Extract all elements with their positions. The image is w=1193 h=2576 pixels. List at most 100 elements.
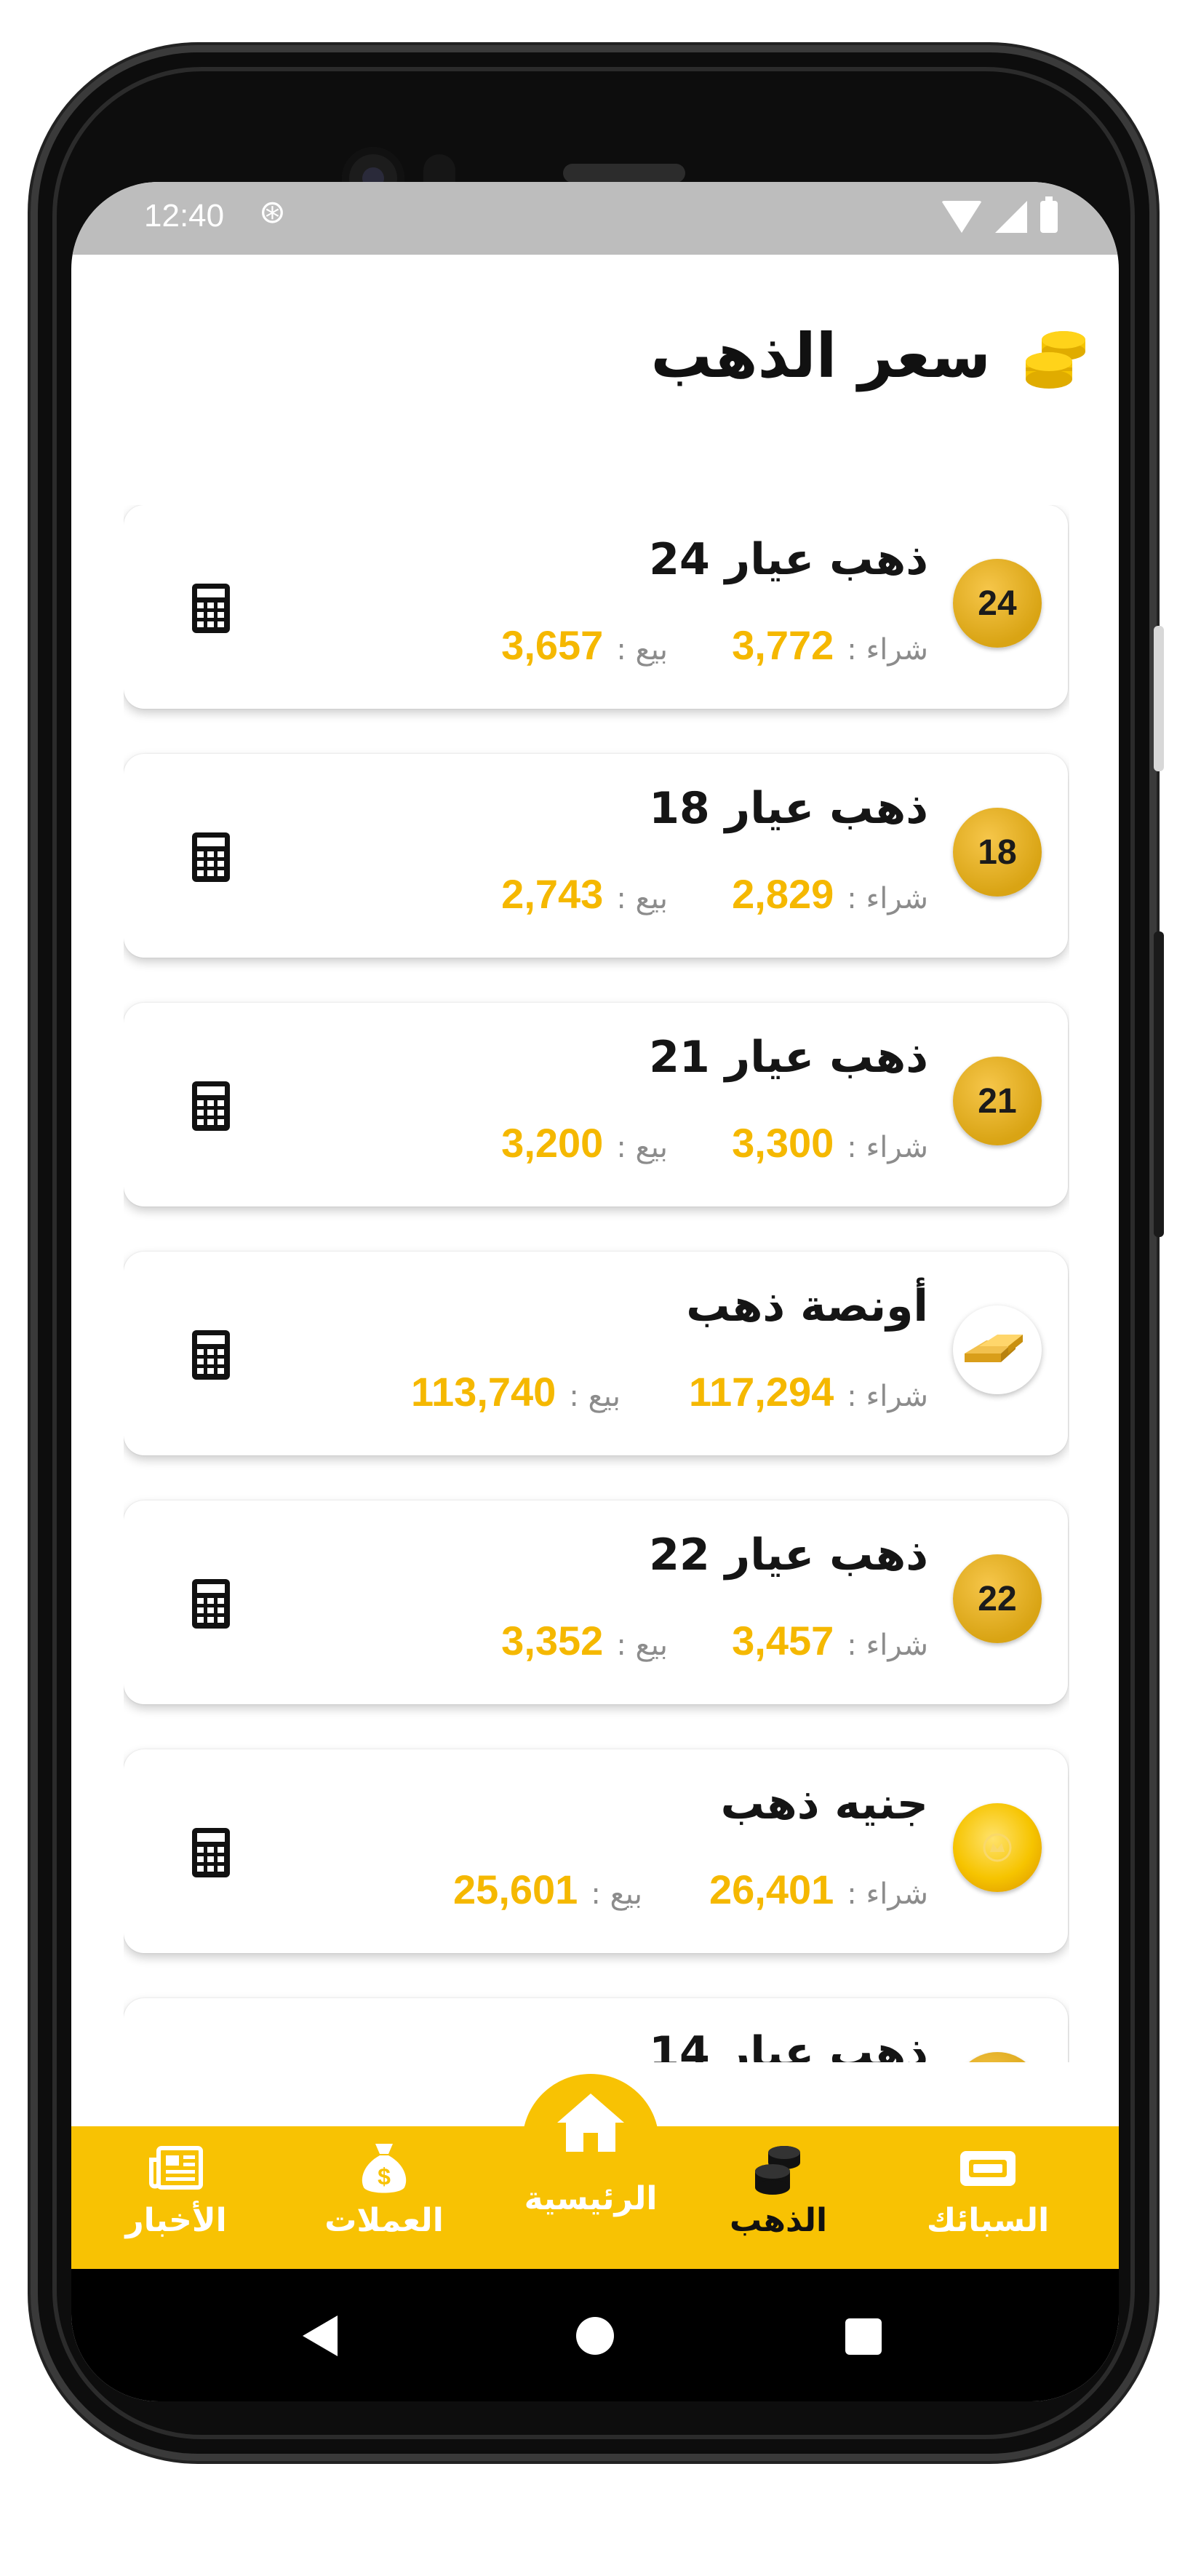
calculator-icon[interactable] <box>191 1080 231 1132</box>
sim-card-icon: ⊛ <box>259 194 286 230</box>
buy-price: شراء : 3,300 <box>732 1119 928 1166</box>
gold-bar-icon <box>953 1305 1042 1394</box>
karat-14-badge <box>953 2052 1042 2062</box>
home-circle-icon[interactable] <box>576 2317 614 2355</box>
buy-label: شراء : <box>847 1629 928 1662</box>
price-card-24[interactable]: 24 ذهب عيار 24 شراء : 3,772 بيع : 3,657 <box>124 505 1068 709</box>
card-title: ذهب عيار 14 <box>649 2027 928 2062</box>
coin-emblem <box>983 1833 1012 1862</box>
sell-value: 3,657 <box>501 622 604 668</box>
card-title: جنيه ذهب <box>720 1778 928 1829</box>
calculator-icon[interactable] <box>191 1578 231 1630</box>
gold-coin-icon <box>953 1803 1042 1892</box>
sell-value: 2,743 <box>501 871 604 917</box>
nav-item-bullion[interactable]: السبائك <box>893 2139 1082 2239</box>
page-title: سعر الذهب <box>650 320 991 391</box>
sell-price: بيع : 3,352 <box>501 1617 668 1664</box>
nav-item-news[interactable]: الأخبار <box>81 2139 271 2239</box>
nav-label-gold: الذهب <box>729 2202 828 2239</box>
nav-item-gold[interactable]: الذهب <box>684 2139 873 2239</box>
status-bar: 12:40 ⊛ <box>71 182 1119 255</box>
battery-icon <box>1040 196 1058 233</box>
sell-label: بيع : <box>569 1380 621 1413</box>
buy-price: شراء : 3,457 <box>732 1617 928 1664</box>
nav-label-home: الرئيسية <box>524 2180 658 2217</box>
buy-value: 2,829 <box>732 871 834 917</box>
buy-label: شراء : <box>847 1131 928 1164</box>
price-card-14[interactable]: ذهب عيار 14 <box>124 1998 1068 2062</box>
system-navigation-bar <box>71 2269 1119 2401</box>
sell-value: 3,352 <box>501 1618 604 1663</box>
price-card-22[interactable]: 22 ذهب عيار 22 شراء : 3,457 بيع : 3,352 <box>124 1500 1068 1704</box>
sell-price: بيع : 2,743 <box>501 870 668 918</box>
coin-stack-icon <box>749 2139 807 2198</box>
buy-value: 26,401 <box>709 1867 834 1912</box>
sell-label: بيع : <box>591 1877 642 1911</box>
volume-button <box>1154 626 1164 771</box>
buy-price: شراء : 26,401 <box>709 1866 928 1913</box>
page-header: سعر الذهب <box>650 320 1090 391</box>
recent-apps-icon[interactable] <box>845 2318 882 2355</box>
buy-value: 3,457 <box>732 1618 834 1663</box>
price-card-21[interactable]: 21 ذهب عيار 21 شراء : 3,300 بيع : 3,200 <box>124 1003 1068 1206</box>
status-time: 12:40 <box>144 198 225 234</box>
calculator-icon[interactable] <box>191 1329 231 1381</box>
buy-price: شراء : 117,294 <box>689 1368 928 1415</box>
sell-label: بيع : <box>616 882 668 915</box>
sell-price: بيع : 3,657 <box>501 621 668 669</box>
calculator-icon[interactable] <box>191 1826 231 1879</box>
buy-value: 3,772 <box>732 622 834 668</box>
ticket-icon <box>957 2139 1018 2198</box>
money-bag-icon: $ <box>356 2139 412 2198</box>
buy-label: شراء : <box>847 633 928 667</box>
price-card-pound[interactable]: جنيه ذهب شراء : 26,401 بيع : 25,601 <box>124 1749 1068 1953</box>
buy-label: شراء : <box>847 882 928 915</box>
karat-24-badge: 24 <box>953 559 1042 648</box>
buy-value: 3,300 <box>732 1120 834 1166</box>
price-card-ounce[interactable]: أونصة ذهب شراء : 117,294 بيع : 113,740 <box>124 1252 1068 1455</box>
app-screen: 12:40 ⊛ سعر الذهب 24 ذهب عيار 24 شراء: … <box>71 182 1119 2401</box>
buy-value: 117,294 <box>688 1369 834 1415</box>
card-title: ذهب عيار 21 <box>649 1032 928 1083</box>
coins-icon <box>1026 331 1085 389</box>
sell-label: بيع : <box>616 1131 668 1164</box>
nav-label-currencies: العملات <box>324 2202 444 2239</box>
nav-label-news: الأخبار <box>125 2202 227 2239</box>
card-title: ذهب عيار 18 <box>649 783 928 834</box>
svg-text:$: $ <box>378 2163 391 2190</box>
buy-price: شراء : 2,829 <box>732 870 928 918</box>
card-title: ذهب عيار 22 <box>649 1530 928 1581</box>
wifi-icon <box>941 201 982 233</box>
status-icons <box>941 196 1058 233</box>
sell-value: 25,601 <box>453 1867 578 1912</box>
nav-item-home[interactable]: الرئيسية <box>496 2093 685 2217</box>
price-card-18[interactable]: 18 ذهب عيار 18 شراء : 2,829 بيع : 2,743 <box>124 754 1068 958</box>
karat-21-badge: 21 <box>953 1057 1042 1145</box>
buy-label: شراء : <box>847 1877 928 1911</box>
calculator-icon[interactable] <box>191 831 231 883</box>
sell-label: بيع : <box>616 1629 668 1662</box>
buy-label: شراء : <box>847 1380 928 1413</box>
sell-value: 3,200 <box>501 1120 604 1166</box>
home-icon <box>554 2093 627 2152</box>
nav-label-bullion: السبائك <box>926 2202 1050 2239</box>
newspaper-icon <box>148 2139 204 2198</box>
power-button <box>1154 931 1164 1237</box>
karat-18-badge: 18 <box>953 808 1042 897</box>
sell-price: بيع : 113,740 <box>411 1368 621 1415</box>
sell-price: بيع : 3,200 <box>501 1119 668 1166</box>
gold-price-list: 24 ذهب عيار 24 شراء : 3,772 بيع : 3,657 … <box>124 505 1069 2062</box>
buy-price: شراء : 3,772 <box>732 621 928 669</box>
earpiece-speaker <box>563 164 685 183</box>
sell-value: 113,740 <box>410 1369 556 1415</box>
gold-bars-graphic <box>965 1335 1023 1362</box>
nav-item-currencies[interactable]: $ العملات <box>290 2139 479 2239</box>
sell-label: بيع : <box>616 633 668 667</box>
karat-22-badge: 22 <box>953 1554 1042 1643</box>
card-title: أونصة ذهب <box>686 1281 928 1332</box>
card-title: ذهب عيار 24 <box>649 534 928 585</box>
cell-signal-icon <box>995 201 1027 233</box>
back-icon[interactable] <box>303 2315 338 2356</box>
sell-price: بيع : 25,601 <box>453 1866 642 1913</box>
calculator-icon[interactable] <box>191 582 231 635</box>
